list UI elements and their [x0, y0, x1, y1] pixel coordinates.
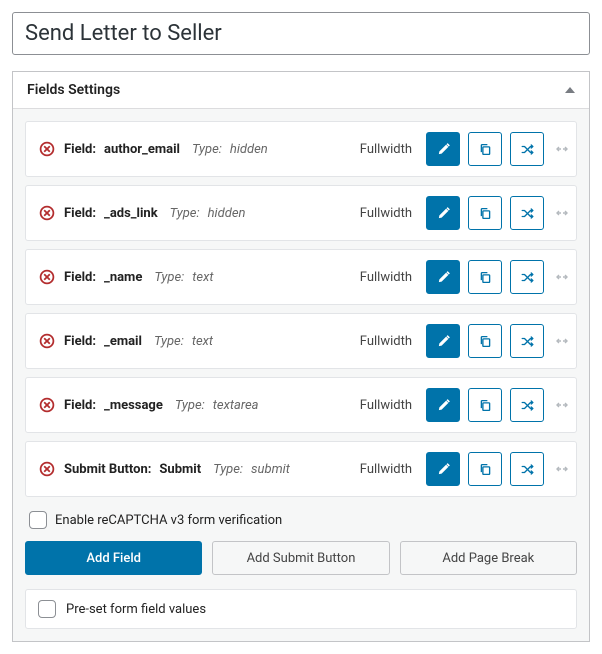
- field-type-label: Type:: [175, 398, 205, 413]
- field-type: submit: [251, 462, 290, 477]
- shuffle-button[interactable]: [510, 388, 544, 422]
- field-row: Field: _name Type: text Fullwidth: [25, 249, 577, 305]
- preset-values-row[interactable]: Pre-set form field values: [25, 589, 577, 629]
- edit-button[interactable]: [426, 324, 460, 358]
- field-name: _email: [104, 334, 142, 349]
- edit-button[interactable]: [426, 260, 460, 294]
- field-name: _name: [104, 270, 142, 285]
- drag-handle-icon[interactable]: [554, 463, 570, 475]
- delete-icon[interactable]: [38, 140, 56, 158]
- field-type: hidden: [208, 206, 246, 221]
- copy-button[interactable]: [468, 260, 502, 294]
- field-type-label: Type:: [154, 334, 184, 349]
- copy-button[interactable]: [468, 452, 502, 486]
- field-name: _ads_link: [104, 206, 158, 221]
- action-buttons-row: Add Field Add Submit Button Add Page Bre…: [25, 541, 577, 575]
- fullwidth-label: Fullwidth: [360, 398, 412, 413]
- drag-handle-icon[interactable]: [554, 335, 570, 347]
- copy-button[interactable]: [468, 132, 502, 166]
- edit-button[interactable]: [426, 132, 460, 166]
- field-kind-label: Field:: [64, 206, 96, 221]
- shuffle-button[interactable]: [510, 324, 544, 358]
- fullwidth-label: Fullwidth: [360, 462, 412, 477]
- copy-button[interactable]: [468, 324, 502, 358]
- collapse-caret-icon: [565, 87, 575, 93]
- fullwidth-label: Fullwidth: [360, 206, 412, 221]
- field-row: Field: author_email Type: hidden Fullwidth: [25, 121, 577, 177]
- panel-header[interactable]: Fields Settings: [13, 72, 589, 109]
- delete-icon[interactable]: [38, 396, 56, 414]
- delete-icon[interactable]: [38, 460, 56, 478]
- drag-handle-icon[interactable]: [554, 207, 570, 219]
- edit-button[interactable]: [426, 388, 460, 422]
- copy-button[interactable]: [468, 388, 502, 422]
- recaptcha-checkbox[interactable]: [29, 511, 47, 529]
- form-title-input[interactable]: Send Letter to Seller: [12, 12, 590, 55]
- delete-icon[interactable]: [38, 204, 56, 222]
- delete-icon[interactable]: [38, 332, 56, 350]
- field-type: textarea: [213, 398, 259, 413]
- field-type: text: [192, 334, 213, 349]
- edit-button[interactable]: [426, 452, 460, 486]
- field-kind-label: Field:: [64, 334, 96, 349]
- shuffle-button[interactable]: [510, 260, 544, 294]
- drag-handle-icon[interactable]: [554, 143, 570, 155]
- field-type: hidden: [230, 142, 268, 157]
- field-type-label: Type:: [192, 142, 222, 157]
- shuffle-button[interactable]: [510, 196, 544, 230]
- form-title-text: Send Letter to Seller: [25, 21, 222, 46]
- add-submit-button[interactable]: Add Submit Button: [212, 541, 389, 575]
- add-page-break-button[interactable]: Add Page Break: [400, 541, 577, 575]
- panel-title: Fields Settings: [27, 82, 120, 98]
- drag-handle-icon[interactable]: [554, 399, 570, 411]
- add-field-button[interactable]: Add Field: [25, 541, 202, 575]
- drag-handle-icon[interactable]: [554, 271, 570, 283]
- copy-button[interactable]: [468, 196, 502, 230]
- edit-button[interactable]: [426, 196, 460, 230]
- field-name: Submit: [159, 462, 201, 477]
- recaptcha-label: Enable reCAPTCHA v3 form verification: [55, 513, 282, 528]
- preset-label: Pre-set form field values: [66, 602, 206, 617]
- panel-body: Field:author_emailType:hiddenFullwidthFi…: [13, 109, 589, 641]
- fields-settings-panel: Fields Settings Field: author_email Type: h…: [12, 71, 590, 642]
- field-type-label: Type:: [213, 462, 243, 477]
- field-kind-label: Field:: [64, 398, 96, 413]
- field-name: _message: [104, 398, 163, 413]
- shuffle-button[interactable]: [510, 452, 544, 486]
- field-type-label: Type:: [154, 270, 184, 285]
- field-kind-label: Field:: [64, 142, 96, 157]
- field-row: Field: _message Type: textarea Fullwidth: [25, 377, 577, 433]
- preset-checkbox[interactable]: [38, 600, 56, 618]
- field-row: Field: _email Type: text Fullwidth: [25, 313, 577, 369]
- field-kind-label: Field:: [64, 270, 96, 285]
- delete-icon[interactable]: [38, 268, 56, 286]
- field-name: author_email: [104, 142, 180, 157]
- fullwidth-label: Fullwidth: [360, 142, 412, 157]
- field-row: Field: _ads_link Type: hidden Fullwidth: [25, 185, 577, 241]
- recaptcha-checkbox-row[interactable]: Enable reCAPTCHA v3 form verification: [25, 505, 577, 535]
- field-kind-label: Submit Button:: [64, 462, 151, 477]
- field-row: Submit Button: Submit Type: submit Fullwidth: [25, 441, 577, 497]
- fullwidth-label: Fullwidth: [360, 270, 412, 285]
- field-type-label: Type:: [170, 206, 200, 221]
- fullwidth-label: Fullwidth: [360, 334, 412, 349]
- shuffle-button[interactable]: [510, 132, 544, 166]
- field-type: text: [192, 270, 213, 285]
